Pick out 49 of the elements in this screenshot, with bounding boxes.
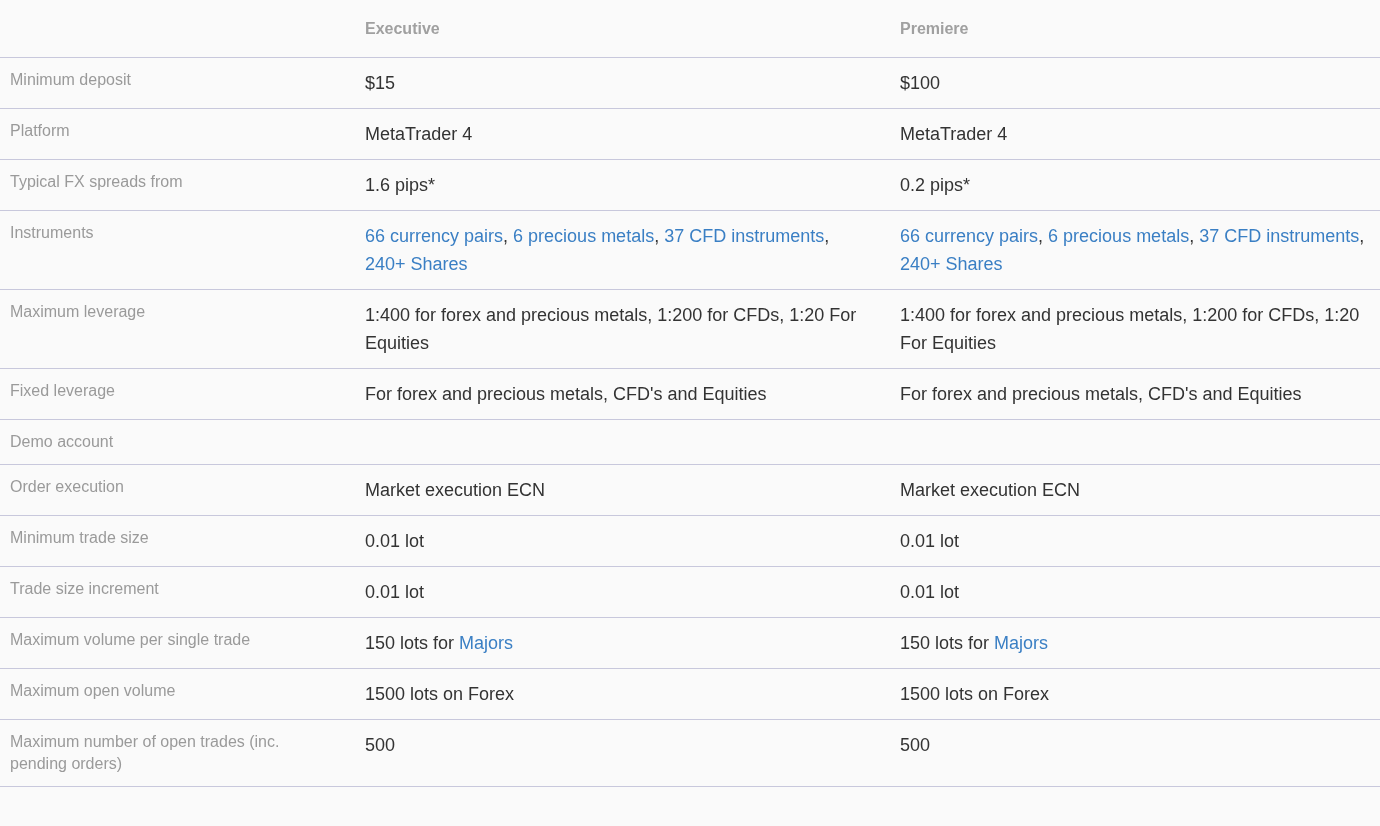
table-link[interactable]: 37 CFD instruments <box>1199 226 1360 246</box>
table-cell-text: 0.2 pips* <box>899 174 972 197</box>
table-cell-text: 1:400 for forex and precious metals, 1:200 for CFDs, 1:20 For Equities <box>364 304 858 355</box>
table-cell-text: 1:400 for forex and precious metals, 1:200 for CFDs, 1:20 For Equities <box>899 304 1361 355</box>
table-cell-text: 150 lots for Majors <box>899 632 1050 655</box>
row-label: Platform <box>9 121 71 141</box>
table-link[interactable]: 240+ Shares <box>900 254 1003 274</box>
table-cell-text: For forex and precious metals, CFD's and Equities <box>899 383 1303 406</box>
table-cell-text: $100 <box>899 72 942 95</box>
row-label: Maximum open volume <box>9 681 177 701</box>
row-label: Instruments <box>9 223 95 243</box>
row-label: Demo account <box>9 432 115 452</box>
row-label: Trade size increment <box>9 579 160 599</box>
table-cell-text: 1500 lots on Forex <box>899 683 1051 706</box>
row-label: Minimum trade size <box>9 528 150 548</box>
row-label: Fixed leverage <box>9 381 116 401</box>
table-link[interactable]: Majors <box>459 633 514 653</box>
table-cell-text: Market execution ECN <box>364 479 547 502</box>
row-label: Maximum number of open trades (inc. pending orders) <box>9 732 281 774</box>
row-label: Typical FX spreads from <box>9 172 184 192</box>
row-label: Maximum volume per single trade <box>9 630 252 650</box>
column-header: Premiere <box>899 18 969 39</box>
column-header: Executive <box>364 18 440 39</box>
table-cell-text: 0.01 lot <box>364 581 426 604</box>
table-link[interactable]: 6 precious metals <box>513 226 655 246</box>
table-link[interactable]: 66 currency pairs <box>365 226 504 246</box>
table-link[interactable]: Majors <box>994 633 1049 653</box>
table-cell-text: 150 lots for Majors <box>364 632 515 655</box>
table-cell-text: 66 currency pairs, 6 precious metals, 37 CFD instruments, 240+ Shares <box>364 225 831 276</box>
table-cell-text: 1.6 pips* <box>364 174 437 197</box>
table-cell-text: 0.01 lot <box>899 581 961 604</box>
table-cell-text: 66 currency pairs, 6 precious metals, 37 CFD instruments, 240+ Shares <box>899 225 1366 276</box>
row-label: Minimum deposit <box>9 70 132 90</box>
table-cell-text: MetaTrader 4 <box>899 123 1009 146</box>
table-link[interactable]: 6 precious metals <box>1048 226 1190 246</box>
table-cell-text: MetaTrader 4 <box>364 123 474 146</box>
table-link[interactable]: 240+ Shares <box>365 254 468 274</box>
table-cell-text: 0.01 lot <box>899 530 961 553</box>
row-label: Order execution <box>9 477 125 497</box>
table-cell-text: For forex and precious metals, CFD's and Equities <box>364 383 768 406</box>
table-cell-text: 0.01 lot <box>364 530 426 553</box>
row-label: Maximum leverage <box>9 302 147 322</box>
table-cell-text: Market execution ECN <box>899 479 1082 502</box>
table-cell-text: 1500 lots on Forex <box>364 683 516 706</box>
table-link[interactable]: 37 CFD instruments <box>664 226 825 246</box>
table-cell-text: 500 <box>899 734 932 757</box>
table-link[interactable]: 66 currency pairs <box>900 226 1039 246</box>
table-cell-text: 500 <box>364 734 397 757</box>
table-cell-text: $15 <box>364 72 397 95</box>
